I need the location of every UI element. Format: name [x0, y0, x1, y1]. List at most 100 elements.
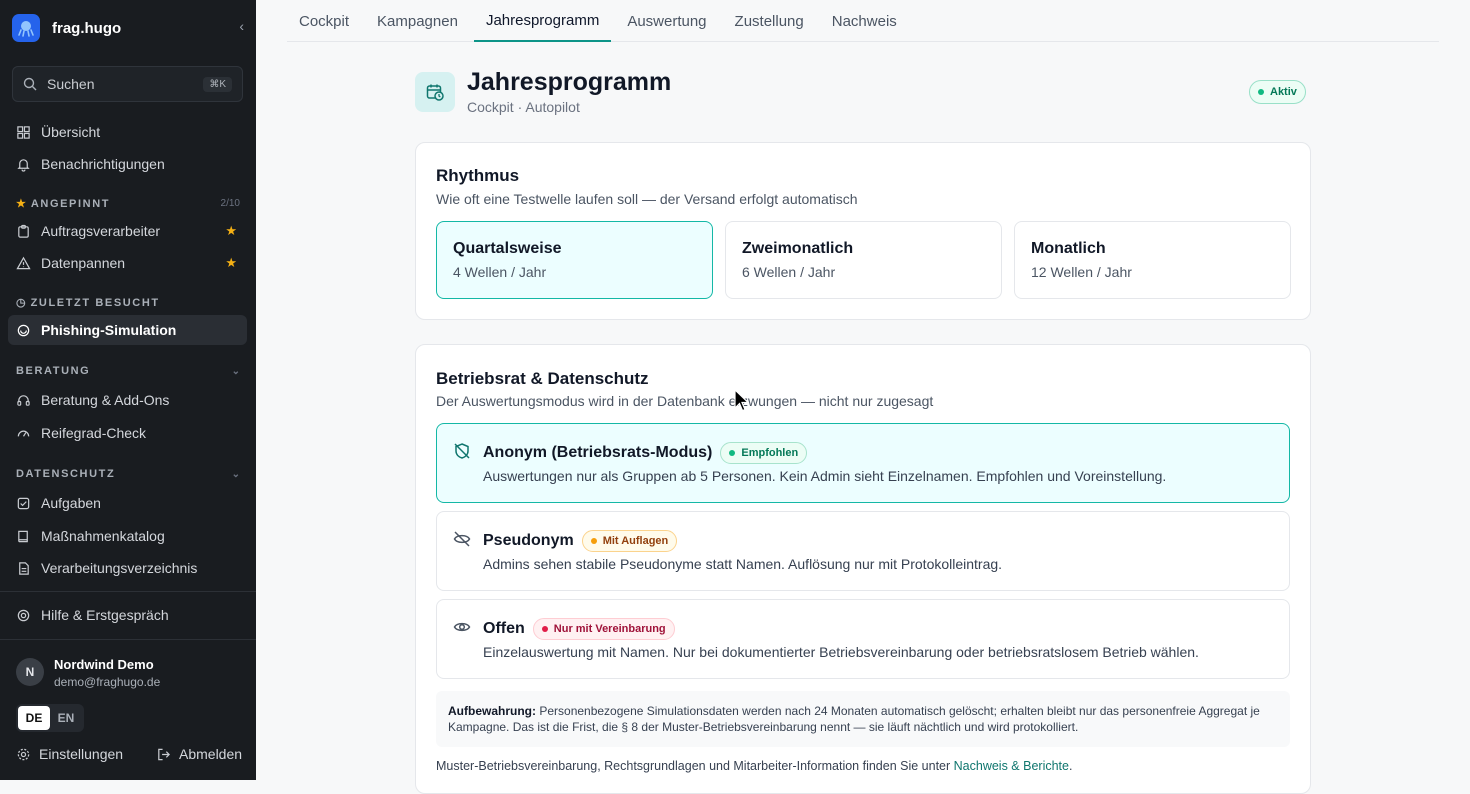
mode-description: Auswertungen nur als Gruppen ab 5 Person… [483, 468, 1167, 484]
avatar[interactable]: N [16, 658, 44, 686]
sidebar-item-label: Auftragsverarbeiter [41, 223, 161, 239]
tab-cockpit[interactable]: Cockpit [287, 0, 361, 42]
sidebar-item-label: Datenpannen [41, 255, 126, 271]
mode-name: Anonym (Betriebsrats-Modus) [483, 444, 713, 461]
conditions-badge: Mit Auflagen [581, 530, 678, 552]
eye-off-icon [453, 531, 471, 547]
section-datenschutz[interactable]: DATENSCHUTZ ⌄ [16, 468, 240, 480]
tab-auswertung[interactable]: Auswertung [615, 0, 718, 42]
badge-label: Mit Auflagen [602, 535, 669, 547]
pinned-star-icon[interactable]: ★ [225, 223, 237, 239]
mode-option-anonym[interactable]: Anonym (Betriebsrats-Modus) Empfohlen Au… [436, 423, 1290, 503]
sidebar-item-notifications[interactable]: Benachrichtigungen [8, 149, 247, 179]
status-label: Aktiv [1270, 86, 1297, 98]
option-detail: 12 Wellen / Jahr [1031, 264, 1132, 280]
option-detail: 4 Wellen / Jahr [453, 264, 547, 280]
retention-note: Aufbewahrung: Personenbezogene Simulatio… [436, 691, 1290, 747]
language-switcher: DE EN [16, 704, 84, 732]
clock-icon: ◷ [16, 297, 26, 309]
section-title: BERATUNG [16, 365, 91, 377]
mode-name: Pseudonym [483, 532, 574, 549]
mode-description: Admins sehen stabile Pseudonyme statt Na… [483, 556, 1003, 572]
tab-jahresprogramm[interactable]: Jahresprogramm [473, 0, 612, 42]
gear-icon [17, 748, 30, 760]
sidebar-item-massnahmenkatalog[interactable]: Maßnahmenkatalog [8, 521, 247, 551]
section-recent: ◷ ZULETZT BESUCHT [16, 296, 240, 310]
privacy-footer: Muster-Betriebsvereinbarung, Rechtsgrund… [436, 759, 1072, 773]
sidebar-item-label: Aufgaben [41, 495, 101, 511]
search-input[interactable]: Suchen ⌘K [12, 66, 243, 102]
retention-label: Aufbewahrung: [448, 704, 536, 718]
mouse-cursor-icon [734, 389, 750, 412]
tab-zustellung[interactable]: Zustellung [723, 0, 816, 42]
mode-name: Offen [483, 620, 525, 637]
option-detail: 6 Wellen / Jahr [742, 264, 836, 280]
chevron-down-icon: ⌄ [231, 365, 240, 377]
brand[interactable]: frag.hugo [12, 12, 121, 44]
fish-hook-icon [17, 324, 30, 336]
nachweis-link[interactable]: Nachweis & Berichte [954, 759, 1069, 773]
sidebar-item-aufgaben[interactable]: Aufgaben [8, 488, 247, 518]
sidebar-item-datenpannen[interactable]: Datenpannen ★ [8, 248, 247, 278]
status-badge: Aktiv [1249, 80, 1306, 104]
sidebar-item-overview[interactable]: Übersicht [8, 117, 247, 147]
sidebar-item-auftragsverarbeiter[interactable]: Auftragsverarbeiter ★ [8, 216, 247, 246]
checkbox-icon [17, 497, 30, 509]
document-icon [19, 561, 29, 575]
settings-label: Einstellungen [39, 746, 124, 762]
shield-off-icon [454, 443, 470, 459]
pinned-count: 2/10 [220, 198, 240, 209]
sidebar-item-reifegrad[interactable]: Reifegrad-Check [8, 418, 247, 448]
logout-icon [158, 748, 170, 760]
sidebar: frag.hugo ‹ Suchen ⌘K Übersicht Benachri… [0, 0, 256, 780]
sidebar-item-help[interactable]: Hilfe & Erstgespräch [8, 600, 247, 630]
badge-label: Nur mit Vereinbarung [553, 623, 666, 635]
sidebar-item-label: Beratung & Add-Ons [41, 392, 170, 408]
recommended-badge: Empfohlen [720, 442, 808, 464]
sidebar-item-label: Verarbeitungsverzeichnis [41, 560, 198, 576]
settings-link[interactable]: Einstellungen [16, 746, 123, 762]
divider [0, 639, 256, 640]
sidebar-item-verarbeitungsverzeichnis[interactable]: Verarbeitungsverzeichnis [8, 553, 247, 583]
sidebar-item-label: Phishing-Simulation [41, 322, 177, 338]
tab-bar: Cockpit Kampagnen Jahresprogramm Auswert… [287, 0, 1439, 42]
rhythm-title: Rhythmus [436, 166, 520, 185]
rhythm-option-bimonthly[interactable]: Zweimonatlich 6 Wellen / Jahr [725, 221, 1002, 299]
sidebar-item-beratung[interactable]: Beratung & Add-Ons [8, 385, 247, 415]
grid-icon [17, 125, 30, 139]
badge-label: Empfohlen [741, 447, 799, 459]
rhythm-subtitle: Wie oft eine Testwelle laufen soll — der… [436, 191, 858, 207]
bell-icon [17, 158, 30, 172]
star-icon: ★ [16, 198, 26, 210]
option-title: Monatlich [1031, 240, 1106, 257]
user-name: Nordwind Demo [54, 657, 154, 672]
option-title: Quartalsweise [453, 240, 562, 257]
badge-dot [541, 626, 548, 632]
lang-de-button[interactable]: DE [18, 706, 50, 730]
mode-option-offen[interactable]: Offen Nur mit Vereinbarung Einzelauswert… [436, 599, 1290, 679]
rhythm-option-quarterly[interactable]: Quartalsweise 4 Wellen / Jahr [436, 221, 713, 299]
sidebar-item-label: Übersicht [41, 124, 101, 140]
warning-icon [16, 256, 31, 269]
tab-nachweis[interactable]: Nachweis [820, 0, 909, 42]
user-email: demo@fraghugo.de [54, 675, 161, 689]
book-icon [18, 530, 28, 542]
rhythm-option-monthly[interactable]: Monatlich 12 Wellen / Jahr [1014, 221, 1291, 299]
app-name: frag.hugo [52, 19, 122, 37]
tab-kampagnen[interactable]: Kampagnen [365, 0, 470, 42]
collapse-sidebar-icon[interactable]: ‹ [239, 18, 244, 34]
search-placeholder: Suchen [47, 76, 95, 92]
sidebar-item-phishing-simulation[interactable]: Phishing-Simulation [8, 315, 247, 345]
mode-option-pseudonym[interactable]: Pseudonym Mit Auflagen Admins sehen stab… [436, 511, 1290, 591]
pinned-star-icon[interactable]: ★ [225, 255, 237, 271]
sidebar-item-label: Benachrichtigungen [41, 156, 165, 172]
clipboard-icon [18, 224, 29, 238]
retention-text: Personenbezogene Simulationsdaten werden… [448, 704, 1260, 734]
privacy-subtitle: Der Auswertungsmodus wird in der Datenba… [436, 393, 934, 409]
rhythm-card: Rhythmus Wie oft eine Testwelle laufen s… [415, 142, 1311, 320]
section-beratung[interactable]: BERATUNG ⌄ [16, 365, 240, 377]
lang-en-button[interactable]: EN [50, 706, 82, 730]
badge-dot [590, 538, 597, 544]
logout-link[interactable]: Abmelden [156, 746, 242, 762]
octopus-logo-icon [12, 14, 40, 42]
